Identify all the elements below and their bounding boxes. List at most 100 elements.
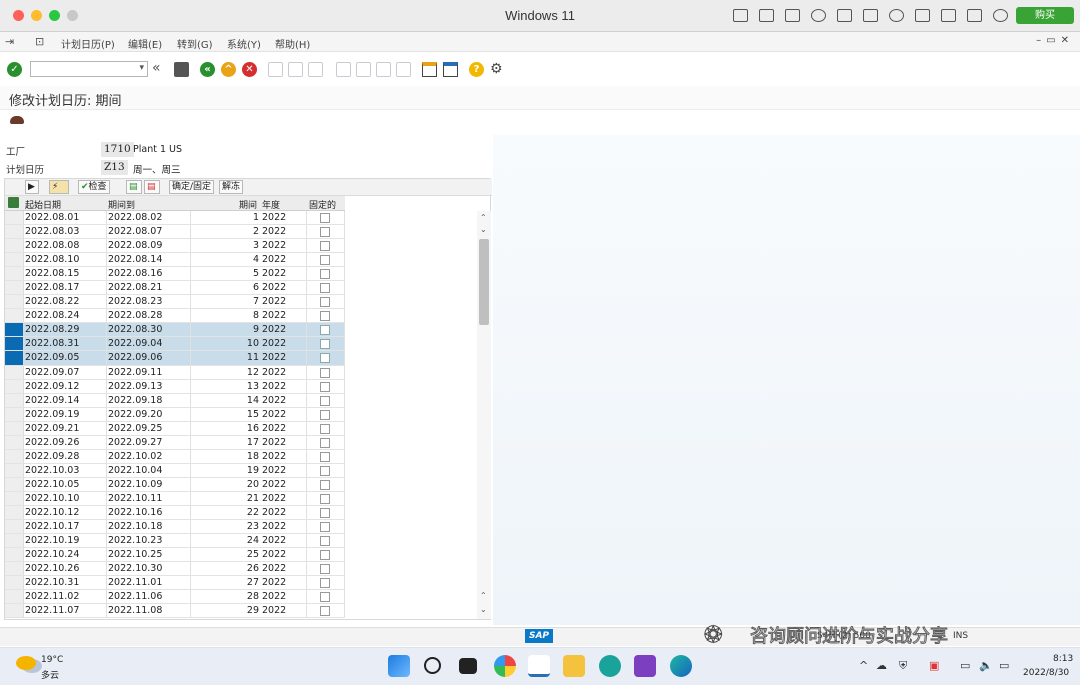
cell-end-date[interactable]: 2022.08.21 xyxy=(108,282,162,293)
table-row[interactable]: 2022.11.07 2022.11.08 29 2022 xyxy=(5,604,345,619)
sap-gui-icon[interactable] xyxy=(528,655,550,677)
column-header-year[interactable]: 年度 xyxy=(262,198,280,211)
battery-icon[interactable]: ▭ xyxy=(999,659,1009,672)
column-header-fixed[interactable]: 固定的 xyxy=(309,198,336,211)
cell-end-date[interactable]: 2022.08.14 xyxy=(108,254,162,265)
row-selector[interactable] xyxy=(5,267,24,281)
cell-end-date[interactable]: 2022.09.04 xyxy=(108,338,162,349)
cell-end-date[interactable]: 2022.09.13 xyxy=(108,381,162,392)
cell-end-date[interactable]: 2022.10.25 xyxy=(108,549,162,560)
cell-year[interactable]: 2022 xyxy=(262,240,286,251)
table-row[interactable]: 2022.08.22 2022.08.23 7 2022 xyxy=(5,295,345,310)
check-button[interactable]: ✔检查 xyxy=(78,180,110,194)
network-off-icon[interactable] xyxy=(811,9,826,22)
row-selector[interactable] xyxy=(5,337,24,351)
network-icon[interactable]: ▭ xyxy=(960,659,970,672)
cell-year[interactable]: 2022 xyxy=(262,549,286,560)
cell-year[interactable]: 2022 xyxy=(262,507,286,518)
row-selector[interactable] xyxy=(5,421,24,435)
row-selector[interactable] xyxy=(5,505,24,520)
table-row[interactable]: 2022.09.19 2022.09.20 15 2022 xyxy=(5,407,345,422)
select-all-icon[interactable] xyxy=(8,197,19,208)
weather-cloud-icon[interactable] xyxy=(16,656,36,670)
new-session-icon[interactable] xyxy=(422,62,437,77)
cell-end-date[interactable]: 2022.09.06 xyxy=(108,352,162,363)
table-row[interactable]: 2022.10.19 2022.10.23 24 2022 xyxy=(5,534,345,549)
cell-period[interactable]: 23 xyxy=(239,521,259,532)
table-row[interactable]: 2022.09.05 2022.09.06 11 2022 xyxy=(5,351,345,366)
cell-year[interactable]: 2022 xyxy=(262,254,286,265)
buy-button[interactable]: 购买 xyxy=(1016,7,1074,24)
cell-end-date[interactable]: 2022.10.23 xyxy=(108,535,162,546)
row-selector[interactable] xyxy=(5,393,24,407)
cell-year[interactable]: 2022 xyxy=(262,535,286,546)
cell-period[interactable]: 18 xyxy=(239,451,259,462)
fixed-checkbox[interactable] xyxy=(320,241,330,252)
cell-start-date[interactable]: 2022.10.03 xyxy=(25,465,79,476)
cell-period[interactable]: 20 xyxy=(239,479,259,490)
fixed-checkbox[interactable] xyxy=(320,592,330,603)
onenote-icon[interactable] xyxy=(634,655,656,677)
cell-start-date[interactable]: 2022.09.26 xyxy=(25,437,79,448)
table-row[interactable]: 2022.09.14 2022.09.18 14 2022 xyxy=(5,393,345,408)
fixed-checkbox[interactable] xyxy=(320,522,330,533)
grid-scrollbar[interactable]: ⌃ ⌄ ⌃ ⌄ xyxy=(477,211,491,619)
cell-start-date[interactable]: 2022.11.02 xyxy=(25,591,79,602)
cell-end-date[interactable]: 2022.08.30 xyxy=(108,324,162,335)
cell-year[interactable]: 2022 xyxy=(262,521,286,532)
row-selector[interactable] xyxy=(5,562,24,576)
row-selector[interactable] xyxy=(5,309,24,323)
back-icon[interactable]: « xyxy=(200,62,215,77)
fixed-checkbox[interactable] xyxy=(320,297,330,308)
cell-start-date[interactable]: 2022.10.12 xyxy=(25,507,79,518)
chat-app-icon[interactable] xyxy=(599,655,621,677)
cell-period[interactable]: 4 xyxy=(239,254,259,265)
release-button[interactable]: 解冻 xyxy=(219,180,244,194)
fixed-checkbox[interactable] xyxy=(320,353,330,364)
edge-browser-icon[interactable] xyxy=(670,655,692,677)
menu-item-system[interactable]: 系统(Y) xyxy=(227,36,261,51)
volume-icon[interactable]: 🔈 xyxy=(979,659,993,672)
task-view-icon[interactable] xyxy=(459,658,477,674)
row-selector[interactable] xyxy=(5,253,24,267)
table-row[interactable]: 2022.10.03 2022.10.04 19 2022 xyxy=(5,463,345,478)
cell-period[interactable]: 11 xyxy=(239,352,259,363)
execute-button[interactable]: ▶ xyxy=(25,180,39,194)
cell-end-date[interactable]: 2022.10.18 xyxy=(108,521,162,532)
column-header-end[interactable]: 期间到 xyxy=(108,198,135,211)
cell-period[interactable]: 14 xyxy=(239,395,259,406)
cell-period[interactable]: 15 xyxy=(239,409,259,420)
cell-period[interactable]: 8 xyxy=(239,310,259,321)
colorful-app-icon[interactable] xyxy=(494,655,516,677)
cell-start-date[interactable]: 2022.09.05 xyxy=(25,352,79,363)
table-row[interactable]: 2022.08.15 2022.08.16 5 2022 xyxy=(5,267,345,282)
menu-item-calendar[interactable]: 计划日历(P) xyxy=(61,36,115,51)
table-row[interactable]: 2022.08.31 2022.09.04 10 2022 xyxy=(5,337,345,352)
calendar-code-field[interactable]: Z13 xyxy=(101,160,128,175)
cell-period[interactable]: 21 xyxy=(239,493,259,504)
column-header-start[interactable]: 起始日期 xyxy=(25,198,61,211)
row-selector[interactable] xyxy=(5,365,24,379)
column-header-period[interactable]: 期间 xyxy=(239,198,257,211)
command-field[interactable]: ▾ xyxy=(30,61,148,77)
find-icon[interactable] xyxy=(288,62,303,77)
cell-end-date[interactable]: 2022.11.01 xyxy=(108,577,162,588)
exit-icon[interactable]: ^ xyxy=(221,62,236,77)
table-row[interactable]: 2022.10.05 2022.10.09 20 2022 xyxy=(5,477,345,492)
temperature[interactable]: 19°C xyxy=(41,655,63,665)
table-row[interactable]: 2022.08.03 2022.08.07 2 2022 xyxy=(5,225,345,240)
speaker-icon[interactable] xyxy=(863,9,878,22)
cell-period[interactable]: 28 xyxy=(239,591,259,602)
cell-period[interactable]: 3 xyxy=(239,240,259,251)
table-row[interactable]: 2022.09.26 2022.09.27 17 2022 xyxy=(5,435,345,450)
table-row[interactable]: 2022.10.24 2022.10.25 25 2022 xyxy=(5,548,345,563)
cell-start-date[interactable]: 2022.08.29 xyxy=(25,324,79,335)
row-selector[interactable] xyxy=(5,534,24,548)
cell-start-date[interactable]: 2022.10.19 xyxy=(25,535,79,546)
cell-end-date[interactable]: 2022.08.23 xyxy=(108,296,162,307)
microphone-icon[interactable] xyxy=(889,9,904,22)
cell-period[interactable]: 27 xyxy=(239,577,259,588)
cell-end-date[interactable]: 2022.09.18 xyxy=(108,395,162,406)
row-selector[interactable] xyxy=(5,295,24,309)
row-selector[interactable] xyxy=(5,548,24,562)
